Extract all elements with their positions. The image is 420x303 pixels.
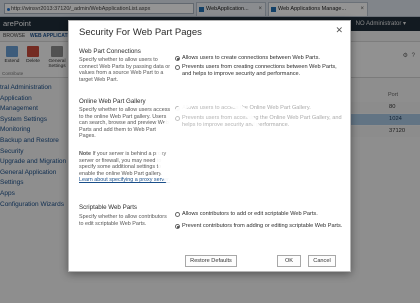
radio-icon[interactable] [175,65,180,70]
radio-icon[interactable] [175,212,180,217]
option-prevent-connections[interactable]: Prevents users from creating connections… [175,64,345,77]
radio-selected-icon[interactable] [175,56,180,61]
note-label: Note [79,151,91,157]
radio-selected-icon[interactable] [175,224,180,229]
option-label: Allows users to create connections betwe… [182,55,320,61]
section-desc-scriptable: Specify whether to allow contributors to… [79,214,167,227]
section-desc-web-part-connections: Specify whether to allow users to connec… [79,57,170,83]
option-allow-connections[interactable]: Allows users to create connections betwe… [175,55,345,62]
note-text: If your server is behind a proxy server … [79,151,167,177]
section-title-web-part-connections: Web Part Connections [79,48,141,55]
option-label: Prevent contributors from adding or edit… [182,223,343,229]
option-label: Prevents users from creating connections… [182,64,337,77]
option-label: Allows contributors to add or edit scrip… [182,211,318,217]
option-allow-scriptable[interactable]: Allows contributors to add or edit scrip… [175,211,345,218]
dialog-title: Security For Web Part Pages [79,27,202,38]
section-title-scriptable: Scriptable Web Parts [79,204,138,211]
cancel-button[interactable]: Cancel [308,255,336,267]
option-prevent-scriptable[interactable]: Prevent contributors from adding or edit… [175,223,345,230]
close-icon[interactable]: ✕ [335,25,343,36]
restore-defaults-button[interactable]: Restore Defaults [185,255,237,267]
section-title-online-gallery: Online Web Part Gallery [79,98,146,105]
ok-button[interactable]: OK [277,255,301,267]
play-icon[interactable] [155,95,267,207]
